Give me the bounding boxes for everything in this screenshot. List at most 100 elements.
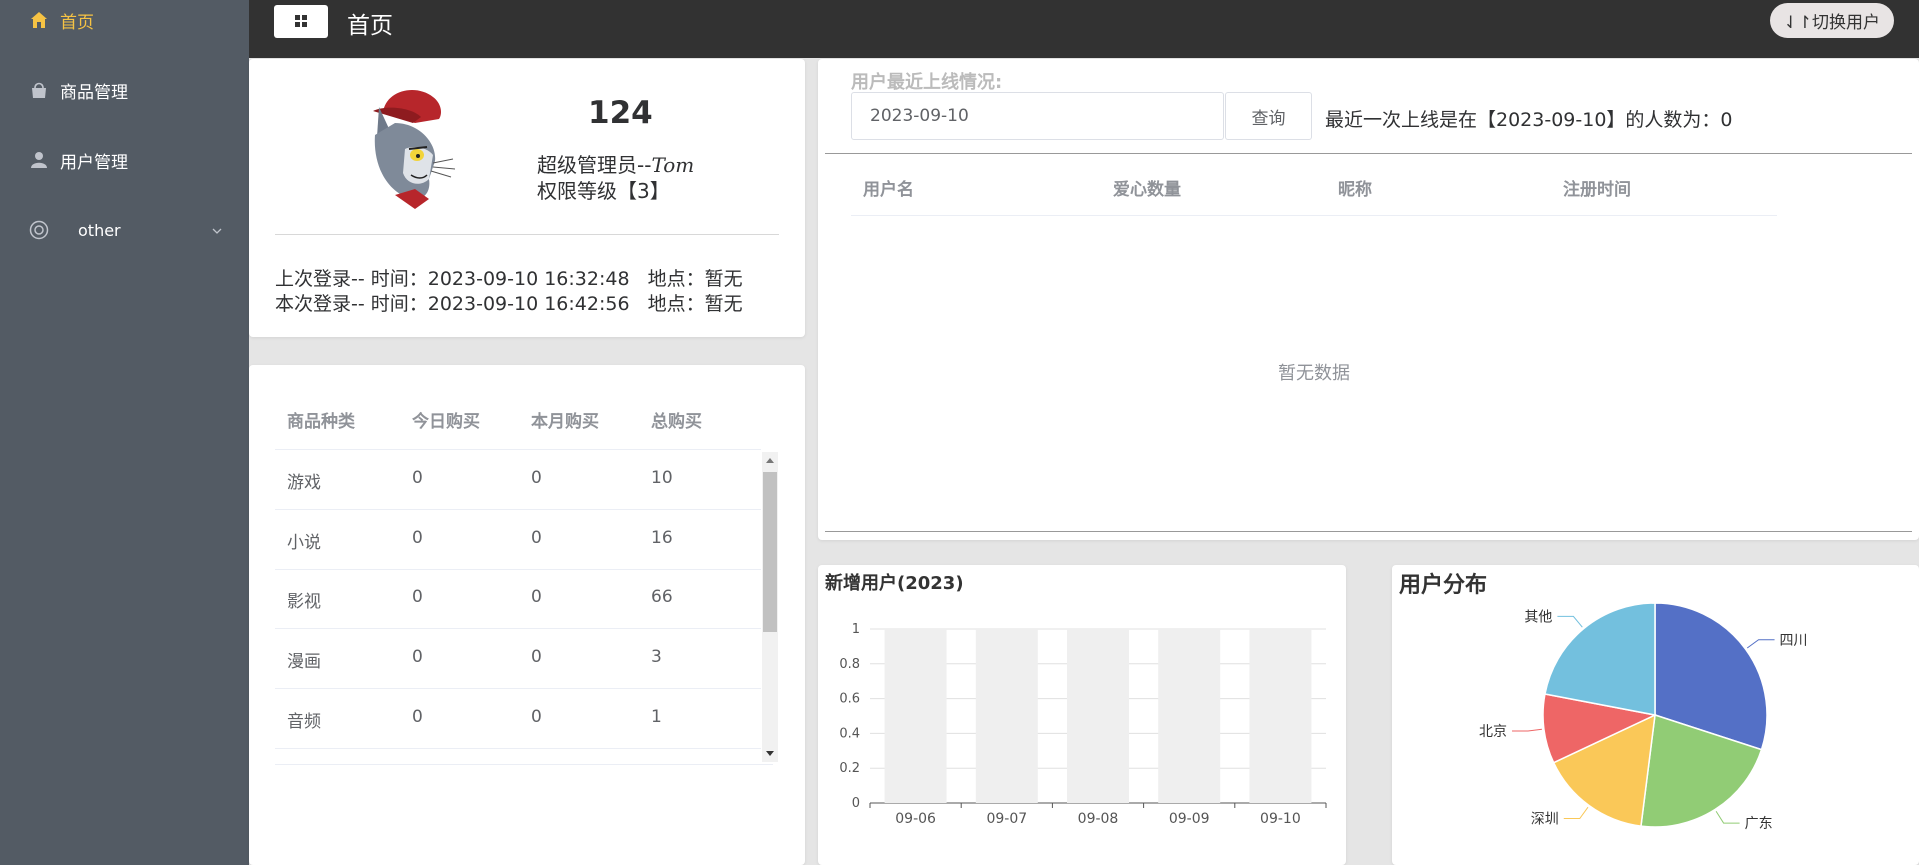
new-users-chart-card: 新增用户(2023) 0 0.2 0.4 0.6 0.8 1 09-06 09-07 09-08… bbox=[818, 565, 1346, 865]
table-cell: 1 bbox=[651, 707, 662, 727]
table-row: 游戏 0 0 10 bbox=[275, 450, 761, 510]
menu-toggle-button[interactable] bbox=[274, 5, 328, 38]
table-cell: 0 bbox=[412, 468, 423, 488]
y-tick-label: 0.6 bbox=[839, 692, 860, 707]
label-leader-line bbox=[1512, 728, 1542, 732]
user-distribution-card: 用户分布 四川 广东 深圳 北京 其他 bbox=[1392, 565, 1919, 865]
bar-chart: 0 0.2 0.4 0.6 0.8 1 09-06 09-07 09-08 09-09 09-10 bbox=[839, 622, 1327, 827]
table-cell: 0 bbox=[531, 707, 542, 727]
x-tick-label: 09-10 bbox=[1260, 811, 1301, 827]
chevron-down-icon bbox=[211, 222, 223, 242]
table-cell: 66 bbox=[651, 587, 673, 607]
scrollbar-thumb[interactable] bbox=[763, 472, 777, 632]
sidebar-item-other[interactable]: other bbox=[0, 210, 249, 250]
query-button[interactable]: 查询 bbox=[1225, 92, 1312, 140]
table-cell: 漫画 bbox=[287, 652, 321, 672]
online-users-card: 用户最近上线情况: 查询 最近一次上线是在【2023-09-10】的人数为：0 … bbox=[818, 59, 1919, 540]
bar-background bbox=[1066, 629, 1130, 803]
date-input[interactable] bbox=[851, 92, 1224, 140]
table-cell: 3 bbox=[651, 647, 662, 667]
sidebar-item-home[interactable]: 首页 bbox=[0, 0, 249, 40]
pie-label: 北京 bbox=[1479, 724, 1507, 740]
goods-table-body: 游戏 0 0 10 小说 0 0 16 影视 0 0 66 漫画 0 0 3 音… bbox=[275, 450, 773, 764]
sidebar: 首页 商品管理 用户管理 other bbox=[0, 0, 249, 865]
sidebar-item-label: other bbox=[78, 220, 121, 240]
table-header: 注册时间 bbox=[1563, 180, 1631, 200]
table-cell: 0 bbox=[412, 707, 423, 727]
y-tick-label: 0.2 bbox=[839, 761, 860, 776]
switch-user-button[interactable]: ⇃↾切换用户 bbox=[1769, 3, 1894, 38]
user-icon bbox=[28, 149, 50, 171]
sidebar-item-label: 首页 bbox=[60, 12, 94, 33]
table-cell: 0 bbox=[531, 587, 542, 607]
table-cell: 0 bbox=[531, 647, 542, 667]
x-tick-label: 09-08 bbox=[1078, 811, 1119, 827]
section-title: 用户最近上线情况: bbox=[851, 72, 1003, 93]
role-prefix: 超级管理员-- bbox=[537, 153, 652, 177]
page-title: 首页 bbox=[347, 13, 393, 39]
pie-chart: 四川广东 深圳 北京 其他 bbox=[1479, 602, 1808, 832]
grid-icon bbox=[295, 12, 307, 31]
pie-label: 深圳 bbox=[1531, 812, 1559, 828]
label-leader-line bbox=[1715, 810, 1740, 824]
y-tick-label: 0 bbox=[852, 796, 860, 811]
table-cell: 0 bbox=[531, 528, 542, 548]
y-tick-label: 0.8 bbox=[839, 657, 860, 672]
user-count: 124 bbox=[588, 95, 653, 131]
scroll-up-icon[interactable] bbox=[766, 458, 774, 463]
sidebar-item-label: 商品管理 bbox=[60, 82, 128, 103]
divider bbox=[851, 215, 1777, 216]
table-row: 影视 0 0 66 bbox=[275, 569, 761, 629]
empty-state: 暂无数据 bbox=[1278, 363, 1350, 384]
y-tick-label: 0.4 bbox=[839, 726, 860, 741]
goods-stats-card: 商品种类 今日购买 本月购买 总购买 游戏 0 0 10 小说 0 0 16 影… bbox=[249, 365, 805, 865]
table-row: 小说 0 0 16 bbox=[275, 510, 761, 570]
avatar bbox=[355, 83, 463, 211]
username: Tom bbox=[651, 153, 695, 177]
divider bbox=[825, 153, 1912, 154]
label-leader-line bbox=[1746, 639, 1775, 649]
header: 首页 ⇃↾切换用户 bbox=[249, 0, 1919, 58]
sidebar-item-goods[interactable]: 商品管理 bbox=[0, 70, 249, 110]
table-header: 昵称 bbox=[1338, 180, 1372, 200]
table-cell: 0 bbox=[531, 468, 542, 488]
x-tick-label: 09-06 bbox=[895, 811, 936, 827]
pie-label: 广东 bbox=[1745, 816, 1773, 832]
table-header: 本月购买 bbox=[531, 412, 599, 432]
bar-background bbox=[1249, 629, 1312, 803]
table-cell: 小说 bbox=[287, 533, 321, 553]
table-header: 商品种类 bbox=[287, 412, 355, 432]
role-label: 超级管理员--Tom bbox=[537, 149, 694, 178]
x-tick-label: 09-07 bbox=[986, 811, 1027, 827]
lifebuoy-icon bbox=[28, 219, 50, 241]
bar-background bbox=[1158, 629, 1221, 803]
table-header: 今日购买 bbox=[412, 412, 480, 432]
table-cell: 16 bbox=[651, 528, 673, 548]
bar-background bbox=[975, 629, 1038, 803]
x-tick-label: 09-09 bbox=[1169, 811, 1210, 827]
table-row: 音频 0 0 1 bbox=[275, 689, 761, 749]
table-cell: 0 bbox=[412, 587, 423, 607]
table-cell: 0 bbox=[412, 647, 423, 667]
divider bbox=[275, 234, 779, 235]
table-row: 漫画 0 0 3 bbox=[275, 629, 761, 689]
table-cell: 游戏 bbox=[287, 473, 321, 493]
home-icon bbox=[28, 9, 50, 31]
sidebar-item-label: 用户管理 bbox=[60, 152, 128, 173]
table-cell: 音频 bbox=[287, 712, 321, 732]
table-header: 用户名 bbox=[863, 180, 914, 200]
label-leader-line bbox=[1557, 615, 1583, 628]
profile-card: 124 超级管理员--Tom 权限等级【3】 上次登录-- 时间：2023-09… bbox=[249, 59, 805, 337]
table-cell: 影视 bbox=[287, 592, 321, 612]
permission-level: 权限等级【3】 bbox=[537, 179, 670, 203]
pie-label: 四川 bbox=[1780, 633, 1808, 649]
table-header: 总购买 bbox=[651, 412, 702, 432]
sidebar-item-users[interactable]: 用户管理 bbox=[0, 140, 249, 180]
scroll-down-icon[interactable] bbox=[766, 751, 774, 756]
pie-label: 其他 bbox=[1524, 609, 1552, 625]
online-count-message: 最近一次上线是在【2023-09-10】的人数为：0 bbox=[1325, 109, 1733, 131]
table-cell: 0 bbox=[412, 528, 423, 548]
bar-background bbox=[884, 629, 947, 803]
shopping-bag-icon bbox=[28, 79, 50, 101]
table-header: 爱心数量 bbox=[1113, 180, 1181, 200]
